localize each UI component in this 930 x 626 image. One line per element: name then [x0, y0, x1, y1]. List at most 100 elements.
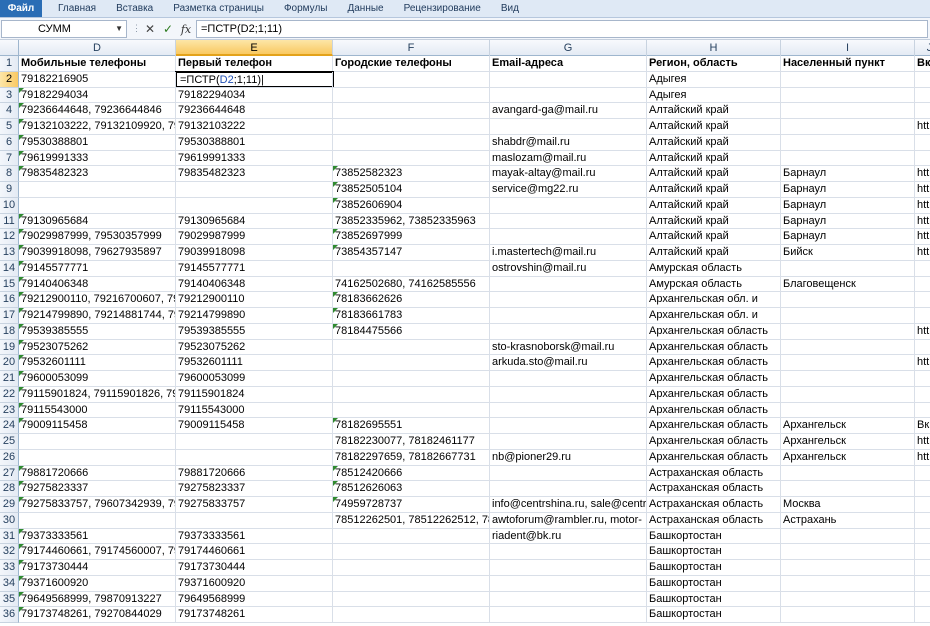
- cell-email[interactable]: avangard-ga@mail.ru: [490, 103, 647, 119]
- cell-region[interactable]: Астраханская область: [647, 465, 781, 482]
- cell-email[interactable]: [490, 323, 647, 340]
- enter-icon[interactable]: ✓: [160, 20, 176, 38]
- cell-city-phones[interactable]: 78182230077, 78182461177: [333, 434, 490, 450]
- cell-first-phone[interactable]: 79182294034: [176, 87, 333, 104]
- cell-region[interactable]: Архангельская область: [647, 402, 781, 419]
- cell-locality[interactable]: Бийск: [781, 245, 915, 261]
- cell-email[interactable]: [490, 560, 647, 576]
- cell-vk[interactable]: htt: [915, 324, 930, 340]
- cell-email[interactable]: [490, 465, 647, 482]
- cell-region[interactable]: Астраханская область: [647, 512, 781, 529]
- row-number[interactable]: 16: [0, 292, 19, 308]
- cell-region[interactable]: Архангельская область: [647, 339, 781, 356]
- cell-locality[interactable]: Барнаул: [781, 166, 915, 182]
- cell-email[interactable]: mayak-altay@mail.ru: [490, 166, 647, 182]
- row-number[interactable]: 10: [0, 197, 19, 214]
- cell-city-phones[interactable]: [333, 150, 490, 167]
- row-number[interactable]: 9: [0, 182, 19, 198]
- row-number[interactable]: 36: [0, 607, 19, 623]
- cell-locality[interactable]: [781, 560, 915, 576]
- cell-vk[interactable]: [915, 103, 930, 119]
- cell-region[interactable]: Астраханская область: [647, 481, 781, 497]
- cell-email[interactable]: awtoforum@rambler.ru, motor-: [490, 512, 647, 529]
- cell-locality[interactable]: [781, 402, 915, 419]
- cell-city-phones[interactable]: [333, 260, 490, 277]
- tab-insert[interactable]: Вставка: [106, 0, 163, 17]
- cell-city-phones[interactable]: [333, 71, 490, 88]
- cell-mobile[interactable]: 79182216905: [19, 71, 176, 88]
- cell-region[interactable]: Алтайский край: [647, 245, 781, 261]
- cell-vk[interactable]: [915, 592, 930, 608]
- cell-email[interactable]: [490, 229, 647, 245]
- cell-email[interactable]: [490, 308, 647, 324]
- cell-vk[interactable]: htt: [915, 182, 930, 198]
- row-number[interactable]: 13: [0, 245, 19, 261]
- cell-mobile[interactable]: 79619991333: [19, 150, 176, 167]
- column-header-h[interactable]: H: [647, 40, 781, 56]
- cell-mobile[interactable]: 79275823337: [19, 481, 176, 497]
- column-header-i[interactable]: I: [781, 40, 915, 56]
- cell-first-phone[interactable]: 79236644648: [176, 103, 333, 119]
- cell-vk[interactable]: [915, 387, 930, 403]
- cell-first-phone[interactable]: 79039918098: [176, 245, 333, 261]
- cell-city-phones[interactable]: [333, 607, 490, 623]
- cell-city-phones[interactable]: 73852606904: [333, 197, 490, 214]
- cell-first-phone[interactable]: 79275823337: [176, 481, 333, 497]
- row-number[interactable]: 27: [0, 465, 19, 482]
- cell-city-phones[interactable]: 74959728737: [333, 497, 490, 513]
- tab-home[interactable]: Главная: [48, 0, 106, 17]
- cell-first-phone[interactable]: 79009115458: [176, 418, 333, 434]
- cell-region[interactable]: Алтайский край: [647, 166, 781, 182]
- cell-region[interactable]: Архангельская область: [647, 323, 781, 340]
- column-header-j[interactable]: J: [915, 40, 930, 56]
- row-number[interactable]: 8: [0, 166, 19, 182]
- cell-locality[interactable]: [781, 371, 915, 387]
- cell-first-phone[interactable]: 79173730444: [176, 560, 333, 576]
- cell-mobile[interactable]: 79182294034: [19, 87, 176, 104]
- cell-email[interactable]: [490, 418, 647, 434]
- cell-mobile[interactable]: 79835482323: [19, 166, 176, 182]
- cell-mobile[interactable]: 79532601111: [19, 355, 176, 371]
- cell-first-phone[interactable]: 79532601111: [176, 355, 333, 371]
- column-header-d[interactable]: D: [19, 40, 176, 56]
- cell-locality[interactable]: [781, 308, 915, 324]
- cell-locality[interactable]: [781, 355, 915, 371]
- cell-first-phone[interactable]: 79115901824: [176, 386, 333, 403]
- column-header-g[interactable]: G: [490, 40, 647, 56]
- cell-region[interactable]: Амурская область: [647, 260, 781, 277]
- cell-mobile[interactable]: 79174460661, 79174560007, 79272: [19, 544, 176, 560]
- cell-city-phones[interactable]: 78512420666: [333, 465, 490, 482]
- cell-locality[interactable]: [781, 87, 915, 104]
- cell-region[interactable]: Амурская область: [647, 276, 781, 293]
- cell-first-phone[interactable]: [176, 434, 333, 450]
- cell-city-phones[interactable]: 73854357147: [333, 245, 490, 261]
- cell-email[interactable]: [490, 292, 647, 308]
- cell-region[interactable]: Алтайский край: [647, 229, 781, 245]
- cell-mobile[interactable]: 79029987999, 79530357999: [19, 229, 176, 245]
- cell-region[interactable]: Адыгея: [647, 87, 781, 104]
- header-cell-email[interactable]: Email-адреса: [490, 56, 647, 72]
- cell-first-phone[interactable]: 79212900110: [176, 292, 333, 308]
- cell-region[interactable]: Архангельская обл. и: [647, 292, 781, 308]
- cell-region[interactable]: Архангельская область: [647, 355, 781, 371]
- cell-email[interactable]: [490, 591, 647, 608]
- spreadsheet-grid[interactable]: D E F G H I J 1 Мобильные телефоны Первы…: [0, 40, 930, 626]
- cell-region[interactable]: Архангельская область: [647, 434, 781, 450]
- cell-first-phone[interactable]: 79881720666: [176, 465, 333, 482]
- cell-city-phones[interactable]: [333, 134, 490, 151]
- cell-city-phones[interactable]: 78182695551: [333, 418, 490, 434]
- cell-city-phones[interactable]: [333, 591, 490, 608]
- cell-first-phone[interactable]: 79145577771: [176, 260, 333, 277]
- tab-review[interactable]: Рецензирование: [394, 0, 491, 17]
- header-cell-city-phones[interactable]: Городские телефоны: [333, 56, 490, 72]
- cell-mobile[interactable]: 79881720666: [19, 465, 176, 482]
- cell-mobile[interactable]: [19, 434, 176, 450]
- cell-locality[interactable]: Барнаул: [781, 213, 915, 230]
- cell-first-phone[interactable]: 79619991333: [176, 150, 333, 167]
- cell-vk[interactable]: [915, 544, 930, 560]
- row-number[interactable]: 34: [0, 575, 19, 592]
- cell-region[interactable]: Алтайский край: [647, 182, 781, 198]
- row-number[interactable]: 6: [0, 134, 19, 151]
- cell-mobile[interactable]: 79132103222, 79132109920, 79293: [19, 119, 176, 135]
- cell-mobile[interactable]: 79145577771: [19, 260, 176, 277]
